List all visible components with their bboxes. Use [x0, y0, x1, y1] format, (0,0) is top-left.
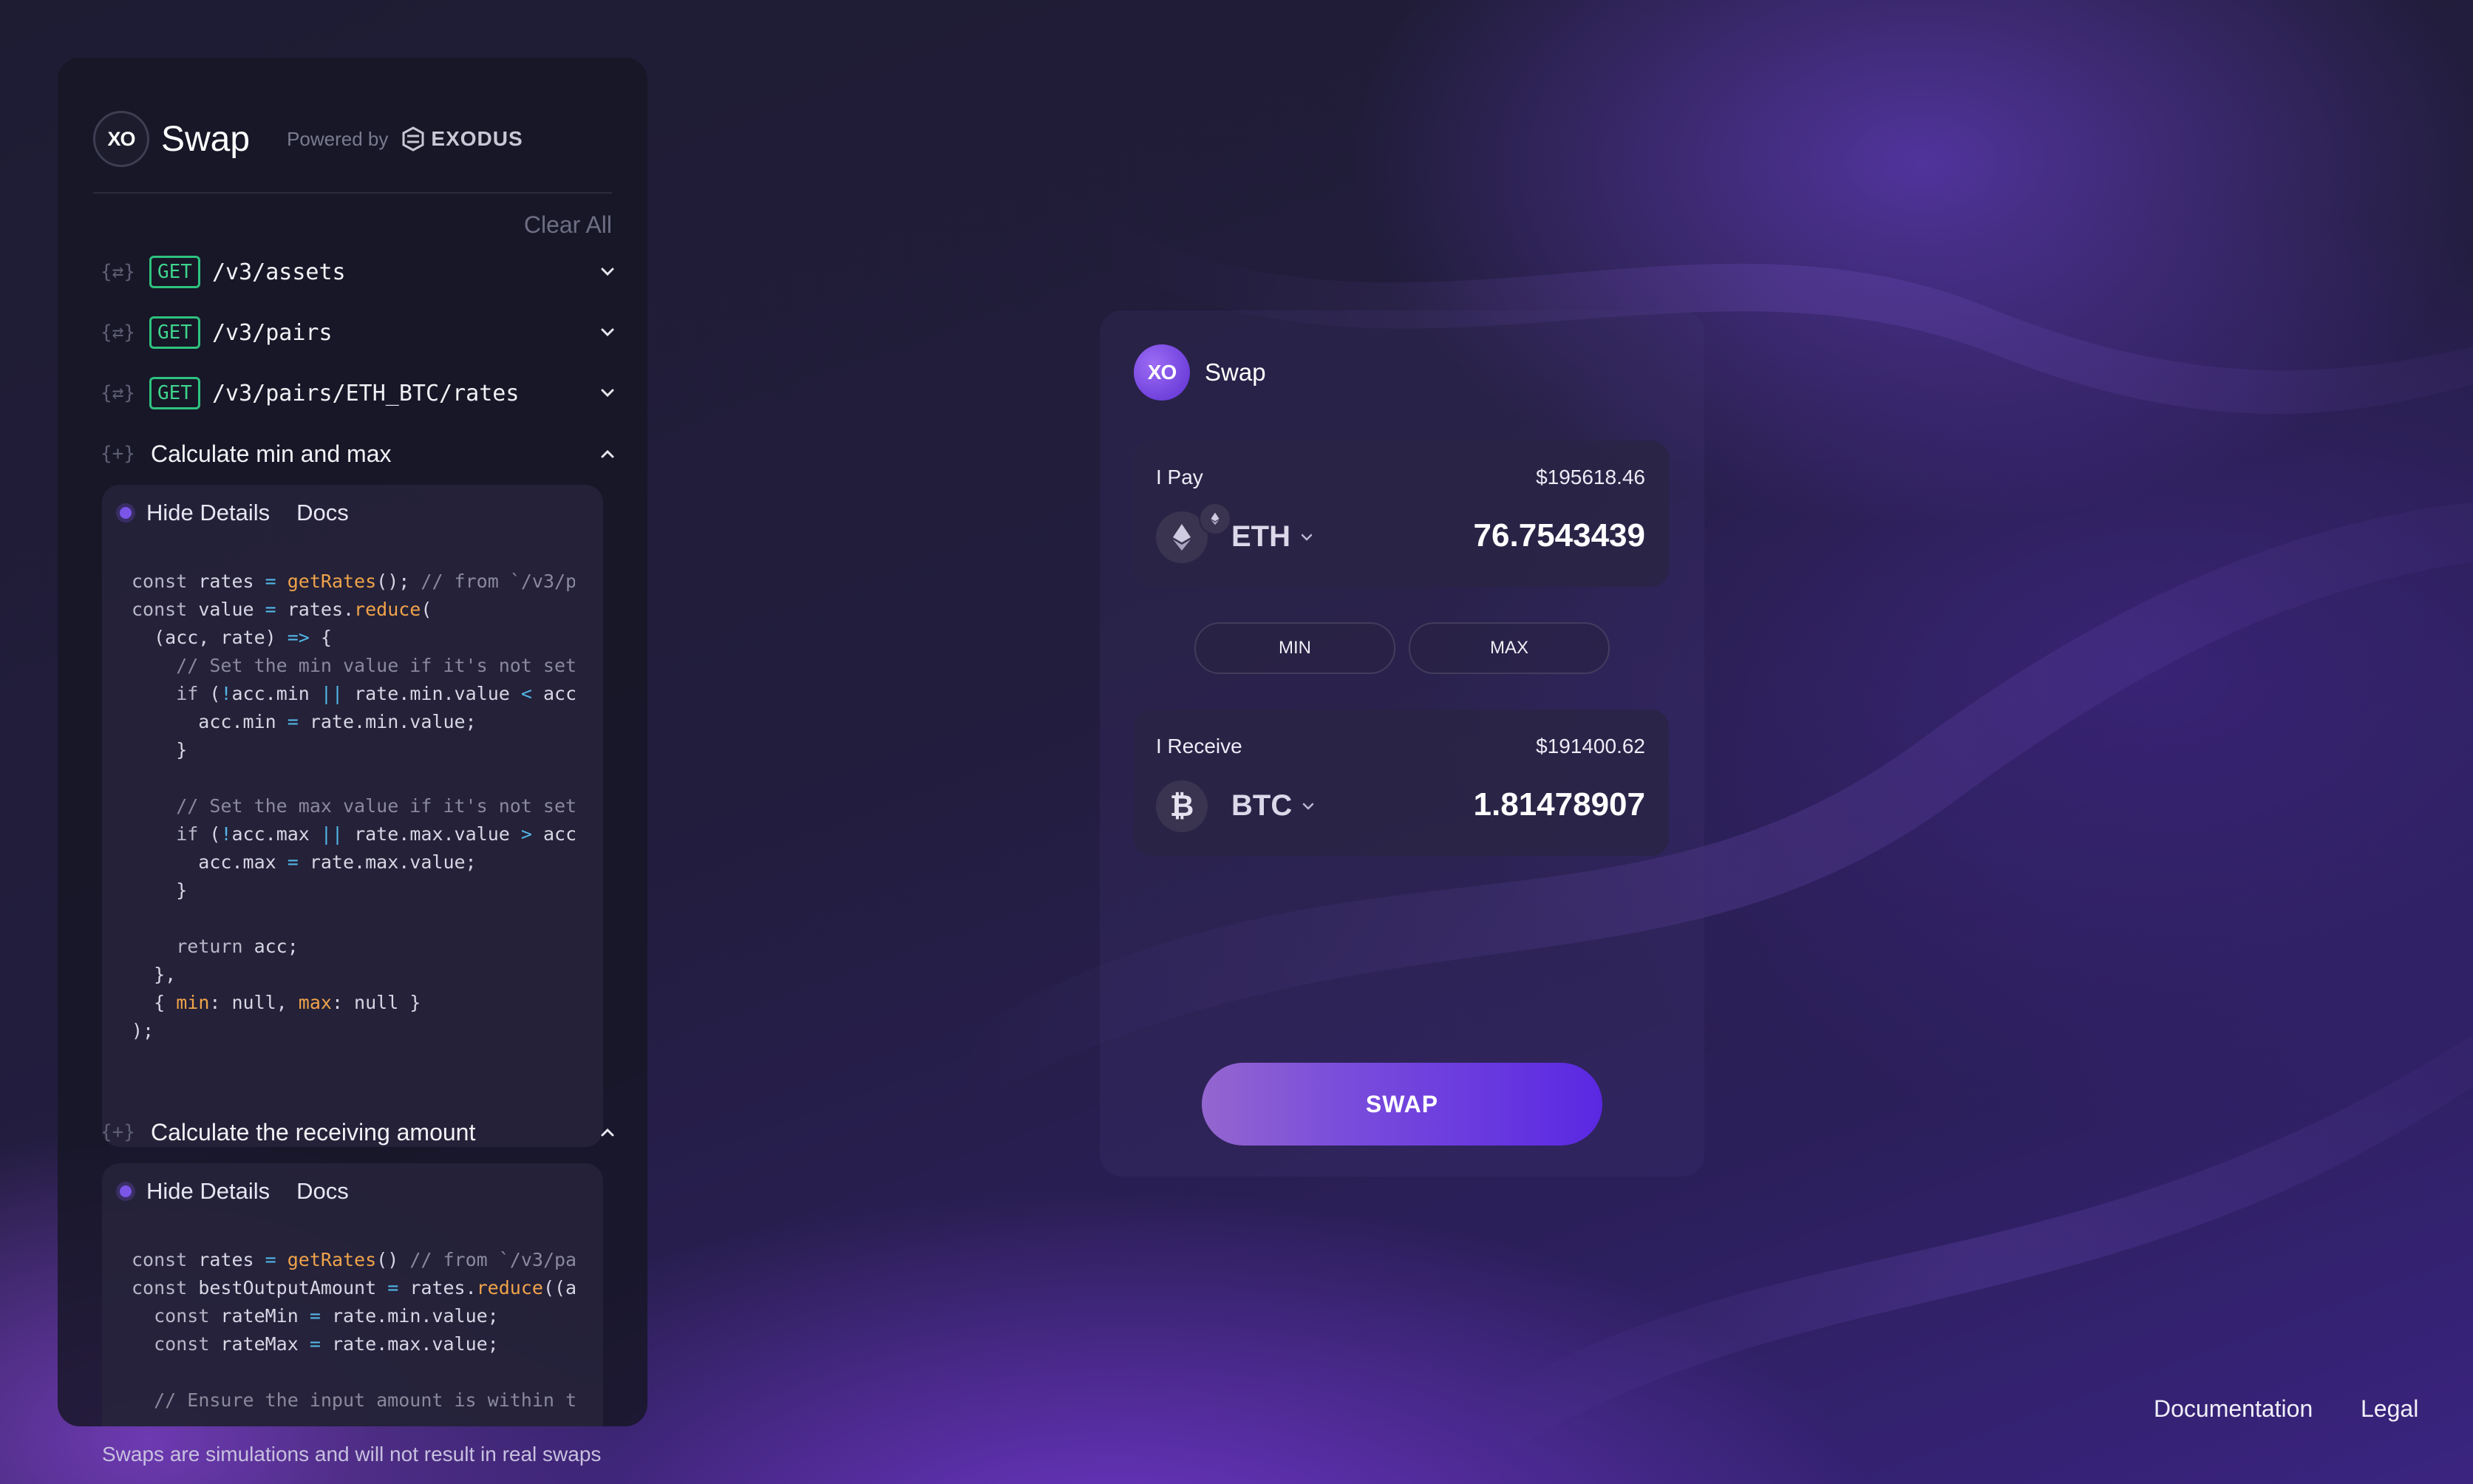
- pay-amount-input[interactable]: 76.7543439: [1474, 517, 1645, 554]
- header-divider: [93, 192, 612, 194]
- min-button[interactable]: MIN: [1194, 622, 1395, 674]
- chevron-down-icon: [1302, 803, 1314, 810]
- receive-amount: 1.81478907: [1473, 786, 1645, 823]
- exchange-brace-icon: {⇄}: [101, 321, 135, 344]
- exodus-icon: [402, 126, 424, 152]
- chevron-up-icon[interactable]: [597, 1122, 618, 1143]
- details-tabs: Hide Details Docs: [120, 1178, 349, 1205]
- active-dot-icon: [120, 1185, 132, 1197]
- details-box-min-max: Hide Details Docs const rates = getRates…: [102, 485, 603, 1147]
- exchange-brace-icon: {⇄}: [101, 382, 135, 404]
- request-row-pairs[interactable]: {⇄} GET /v3/pairs: [101, 312, 618, 353]
- swap-widget: XO Swap I Pay $195618.46 ETH 76.7543439 …: [1100, 310, 1704, 1177]
- step-row-min-max[interactable]: {+} Calculate min and max: [101, 433, 618, 474]
- clear-all-button[interactable]: Clear All: [524, 211, 612, 239]
- max-button[interactable]: MAX: [1409, 622, 1610, 674]
- endpoint-path: /v3/assets: [211, 259, 346, 285]
- chevron-down-icon[interactable]: [597, 383, 618, 404]
- code-block-receiving-amount: const rates = getRates() // from `/v3/pa…: [132, 1249, 575, 1411]
- request-row-assets[interactable]: {⇄} GET /v3/assets: [101, 251, 618, 293]
- hide-details-tab[interactable]: Hide Details: [146, 500, 270, 526]
- xo-logo-icon: XO: [93, 111, 149, 167]
- legal-link[interactable]: Legal: [2361, 1395, 2418, 1423]
- pay-usd-value: $195618.46: [1536, 466, 1645, 489]
- api-steps-panel: XO Swap Powered by EXODUS Clear All {⇄} …: [58, 58, 647, 1426]
- swap-header: XO Swap: [1134, 344, 1266, 401]
- pay-asset-selector[interactable]: ETH: [1231, 520, 1316, 554]
- docs-tab[interactable]: Docs: [296, 1178, 349, 1205]
- documentation-link[interactable]: Documentation: [2154, 1395, 2313, 1423]
- xo-logo-icon: XO: [1134, 344, 1190, 401]
- receive-label: I Receive: [1156, 735, 1242, 758]
- receive-box: I Receive $191400.62 ₿ BTC 1.81478907: [1134, 709, 1669, 856]
- docs-tab[interactable]: Docs: [296, 500, 349, 526]
- pay-label: I Pay: [1156, 466, 1203, 489]
- step-label: Calculate min and max: [151, 440, 392, 467]
- method-badge: GET: [149, 316, 200, 349]
- app-title: Swap: [161, 119, 251, 159]
- chevron-down-icon[interactable]: [597, 322, 618, 343]
- exodus-logo: EXODUS: [400, 126, 523, 152]
- endpoint-path: /v3/pairs: [211, 319, 333, 346]
- pay-box: I Pay $195618.46 ETH 76.7543439: [1134, 440, 1669, 587]
- method-badge: GET: [149, 377, 200, 409]
- receive-usd-value: $191400.62: [1536, 735, 1645, 758]
- panel-header: XO Swap Powered by EXODUS: [93, 102, 523, 176]
- endpoint-path: /v3/pairs/ETH_BTC/rates: [211, 380, 520, 406]
- hide-details-tab[interactable]: Hide Details: [146, 1178, 270, 1205]
- btc-coin-icon: ₿: [1156, 780, 1208, 832]
- code-block-min-max: const rates = getRates(); // from `/v3/p…: [132, 571, 575, 1041]
- simulation-disclaimer: Swaps are simulations and will not resul…: [102, 1443, 602, 1466]
- exchange-brace-icon: {⇄}: [101, 261, 135, 283]
- chevron-down-icon: [1301, 534, 1313, 541]
- chevron-down-icon[interactable]: [597, 262, 618, 282]
- plus-brace-icon: {+}: [101, 1121, 135, 1143]
- exodus-brand-text: EXODUS: [431, 127, 523, 150]
- step-label: Calculate the receiving amount: [151, 1118, 476, 1146]
- details-box-receiving-amount: Hide Details Docs const rates = getRates…: [102, 1163, 603, 1426]
- step-row-receiving-amount[interactable]: {+} Calculate the receiving amount: [101, 1112, 618, 1153]
- request-row-rates[interactable]: {⇄} GET /v3/pairs/ETH_BTC/rates: [101, 372, 618, 414]
- details-tabs: Hide Details Docs: [120, 500, 349, 526]
- chevron-up-icon[interactable]: [597, 443, 618, 464]
- powered-by-label: Powered by: [287, 127, 389, 150]
- receive-ticker: BTC: [1231, 789, 1293, 822]
- pay-ticker: ETH: [1231, 520, 1290, 553]
- plus-brace-icon: {+}: [101, 443, 135, 465]
- receive-asset-selector[interactable]: BTC: [1231, 789, 1317, 823]
- method-badge: GET: [149, 256, 200, 288]
- eth-network-icon: [1199, 503, 1231, 535]
- active-dot-icon: [120, 507, 132, 519]
- swap-button[interactable]: SWAP: [1202, 1063, 1602, 1146]
- swap-title: Swap: [1205, 358, 1266, 386]
